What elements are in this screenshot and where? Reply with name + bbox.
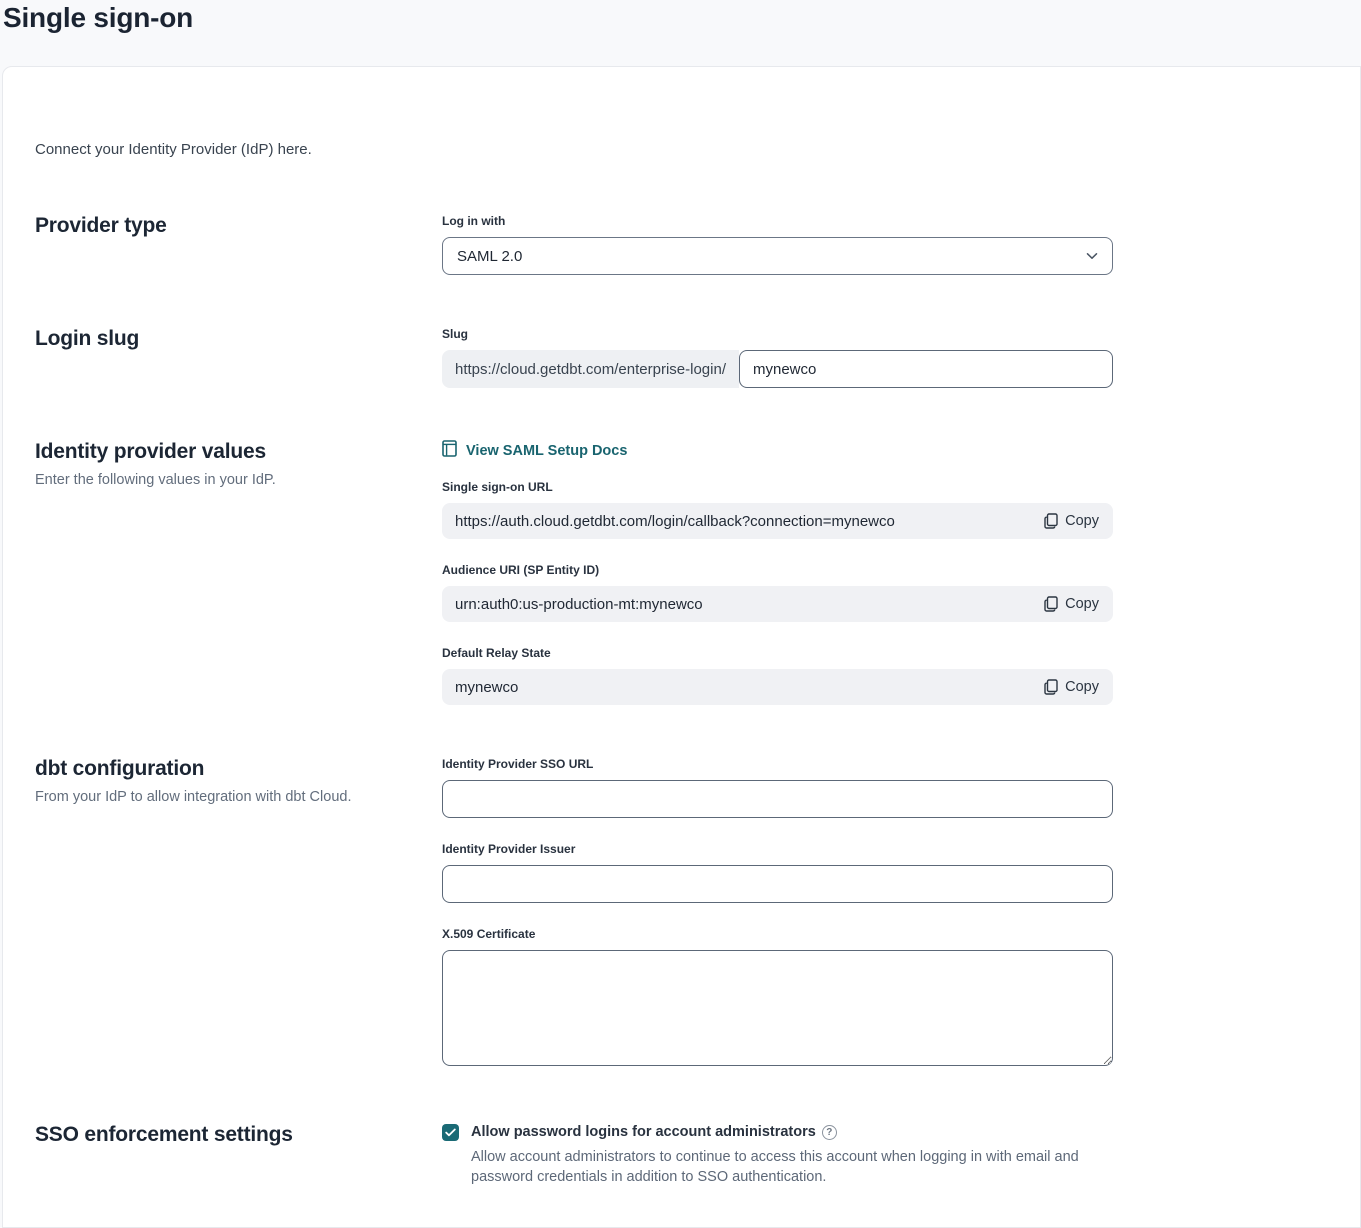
idp-sso-url-label: Identity Provider SSO URL — [442, 757, 1113, 771]
audience-uri-value: urn:auth0:us-production-mt:mynewco — [455, 596, 703, 613]
relay-state-readonly-field: mynewco Copy — [442, 669, 1113, 705]
slug-input[interactable] — [739, 350, 1113, 388]
page-header: Single sign-on — [0, 0, 1361, 66]
login-slug-heading: Login slug — [35, 327, 442, 351]
section-dbt-configuration: dbt configuration From your IdP to allow… — [35, 757, 1360, 1071]
idp-values-heading-col: Identity provider values Enter the follo… — [35, 440, 442, 705]
sso-enforcement-field-col: Allow password logins for account admini… — [442, 1123, 1113, 1187]
idp-values-field-col: View SAML Setup Docs Single sign-on URL … — [442, 440, 1113, 705]
intro-text: Connect your Identity Provider (IdP) her… — [35, 141, 1360, 158]
settings-card: Connect your Identity Provider (IdP) her… — [2, 66, 1361, 1228]
login-slug-heading-col: Login slug — [35, 327, 442, 388]
idp-issuer-input[interactable] — [442, 865, 1113, 903]
login-with-label: Log in with — [442, 214, 1113, 228]
copy-icon — [1044, 596, 1058, 612]
password-logins-description: Allow account administrators to continue… — [471, 1147, 1111, 1187]
x509-certificate-group: X.509 Certificate — [442, 927, 1113, 1071]
relay-state-copy-button[interactable]: Copy — [1042, 675, 1101, 699]
sso-url-group: Single sign-on URL https://auth.cloud.ge… — [442, 480, 1113, 539]
slug-label: Slug — [442, 327, 1113, 341]
password-logins-checkbox-row: Allow password logins for account admini… — [442, 1123, 1113, 1187]
dbt-config-heading: dbt configuration — [35, 757, 442, 781]
sso-url-copy-button[interactable]: Copy — [1042, 509, 1101, 533]
copy-button-label: Copy — [1065, 679, 1099, 695]
provider-type-heading-col: Provider type — [35, 214, 442, 275]
audience-uri-group: Audience URI (SP Entity ID) urn:auth0:us… — [442, 563, 1113, 622]
page-title: Single sign-on — [3, 2, 1361, 34]
idp-values-subheading: Enter the following values in your IdP. — [35, 472, 442, 488]
sso-url-readonly-field: https://auth.cloud.getdbt.com/login/call… — [442, 503, 1113, 539]
dbt-config-heading-col: dbt configuration From your IdP to allow… — [35, 757, 442, 1071]
idp-issuer-group: Identity Provider Issuer — [442, 842, 1113, 903]
dbt-config-field-col: Identity Provider SSO URL Identity Provi… — [442, 757, 1113, 1071]
dbt-config-subheading: From your IdP to allow integration with … — [35, 789, 442, 805]
copy-icon — [1044, 513, 1058, 529]
provider-type-selected-value: SAML 2.0 — [457, 248, 522, 265]
audience-uri-label: Audience URI (SP Entity ID) — [442, 563, 1113, 577]
x509-certificate-label: X.509 Certificate — [442, 927, 1113, 941]
idp-sso-url-group: Identity Provider SSO URL — [442, 757, 1113, 818]
checkmark-icon — [445, 1124, 456, 1142]
sso-enforcement-heading: SSO enforcement settings — [35, 1123, 442, 1147]
password-logins-label-text: Allow password logins for account admini… — [471, 1124, 816, 1140]
provider-type-heading: Provider type — [35, 214, 442, 238]
login-slug-field-col: Slug https://cloud.getdbt.com/enterprise… — [442, 327, 1113, 388]
relay-state-value: mynewco — [455, 679, 518, 696]
sso-enforcement-heading-col: SSO enforcement settings — [35, 1123, 442, 1187]
audience-uri-readonly-field: urn:auth0:us-production-mt:mynewco Copy — [442, 586, 1113, 622]
idp-issuer-label: Identity Provider Issuer — [442, 842, 1113, 856]
password-logins-label: Allow password logins for account admini… — [471, 1124, 837, 1140]
idp-sso-url-input[interactable] — [442, 780, 1113, 818]
document-icon — [442, 440, 457, 461]
section-login-slug: Login slug Slug https://cloud.getdbt.com… — [35, 327, 1360, 388]
view-saml-setup-docs-label: View SAML Setup Docs — [466, 443, 627, 459]
help-icon[interactable]: ? — [822, 1125, 837, 1140]
audience-uri-copy-button[interactable]: Copy — [1042, 592, 1101, 616]
x509-certificate-textarea[interactable] — [442, 950, 1113, 1066]
relay-state-group: Default Relay State mynewco Copy — [442, 646, 1113, 705]
copy-icon — [1044, 679, 1058, 695]
chevron-down-icon — [1086, 247, 1098, 265]
section-identity-provider-values: Identity provider values Enter the follo… — [35, 440, 1360, 705]
slug-url-prefix: https://cloud.getdbt.com/enterprise-logi… — [442, 350, 739, 388]
relay-state-label: Default Relay State — [442, 646, 1113, 660]
copy-button-label: Copy — [1065, 596, 1099, 612]
provider-type-select[interactable]: SAML 2.0 — [442, 237, 1113, 275]
sso-url-value: https://auth.cloud.getdbt.com/login/call… — [455, 513, 895, 530]
section-provider-type: Provider type Log in with SAML 2.0 — [35, 214, 1360, 275]
slug-field: https://cloud.getdbt.com/enterprise-logi… — [442, 350, 1113, 388]
password-logins-checkbox[interactable] — [442, 1124, 459, 1141]
section-sso-enforcement: SSO enforcement settings Allow password … — [35, 1123, 1360, 1187]
sso-url-label: Single sign-on URL — [442, 480, 1113, 494]
provider-type-field-col: Log in with SAML 2.0 — [442, 214, 1113, 275]
idp-values-heading: Identity provider values — [35, 440, 442, 464]
view-saml-setup-docs-link[interactable]: View SAML Setup Docs — [442, 440, 627, 461]
copy-button-label: Copy — [1065, 513, 1099, 529]
password-logins-text-block: Allow password logins for account admini… — [471, 1123, 1111, 1187]
